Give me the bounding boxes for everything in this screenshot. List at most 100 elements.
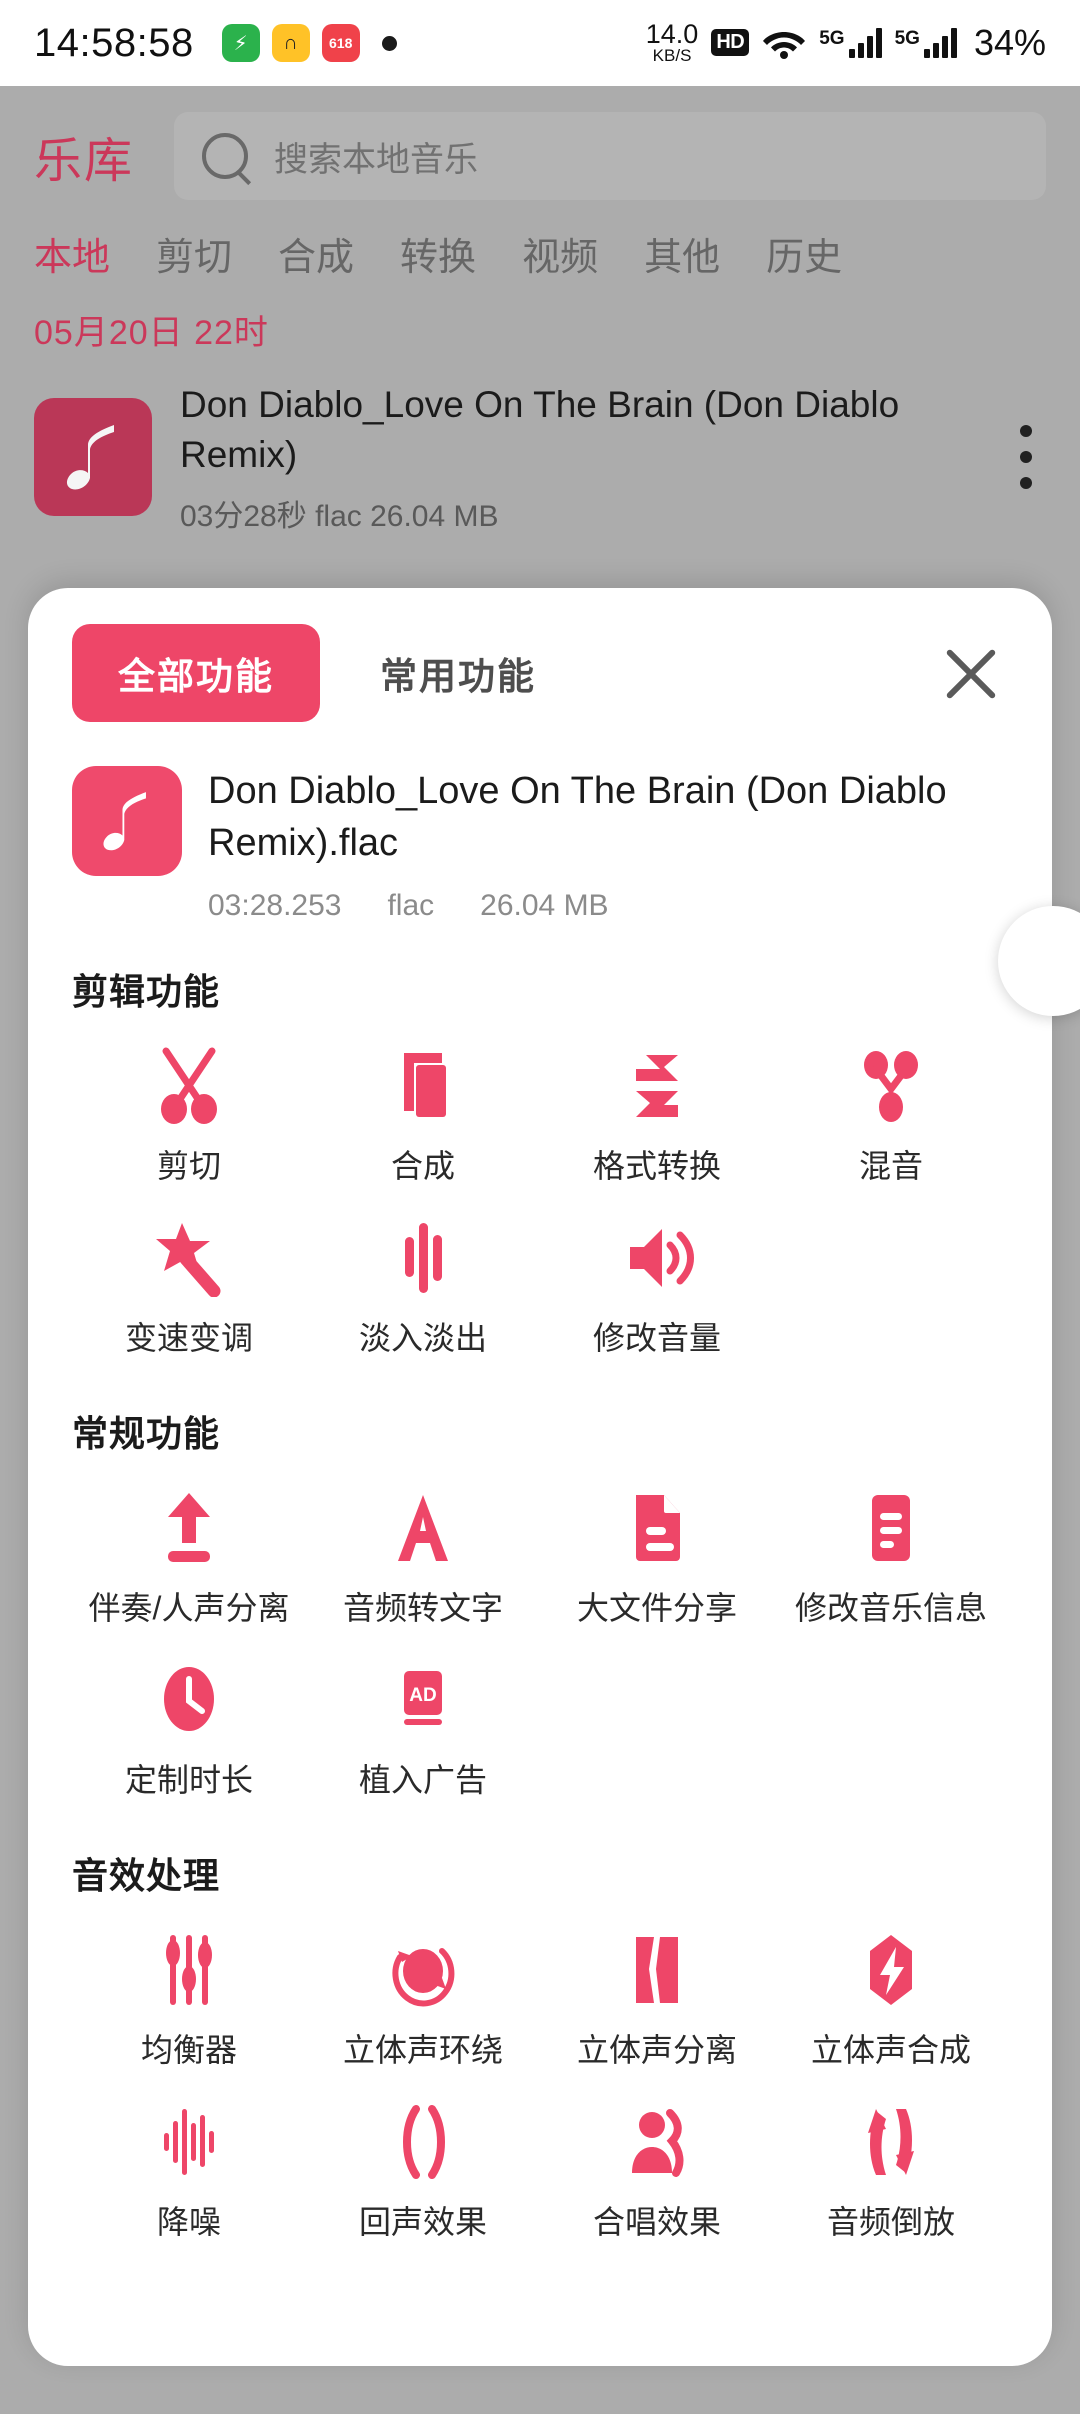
file-duration: 03:28.253 bbox=[208, 889, 342, 923]
sheet-header: 全部功能 常用功能 bbox=[28, 588, 1052, 722]
function-label: 修改音乐信息 bbox=[794, 1590, 987, 1627]
function-label: 回声效果 bbox=[358, 2204, 487, 2241]
section-title: 音效处理 bbox=[72, 1855, 221, 1897]
function-grid: 伴奏/人声分离 音频转文字 大文件分享 修改音乐信息 定制时长 AD 植入广告 bbox=[72, 1463, 1008, 1807]
waveform-icon bbox=[152, 2103, 226, 2181]
function-audio-reverse[interactable]: 音频倒放 bbox=[774, 2077, 1008, 2249]
function-label: 立体声分离 bbox=[576, 2032, 737, 2069]
function-grid: 均衡器 立体声环绕 立体声分离 立体声合成 降噪 回声效果 合唱效果 音频倒放 bbox=[72, 1905, 1008, 2249]
split-stereo-icon bbox=[620, 1931, 694, 2009]
function-label: 均衡器 bbox=[140, 2032, 237, 2069]
function-label: 混音 bbox=[858, 1148, 923, 1185]
function-label: 修改音量 bbox=[592, 1320, 721, 1357]
function-cut[interactable]: 剪切 bbox=[72, 1021, 306, 1193]
function-label: 立体声合成 bbox=[810, 2032, 971, 2069]
privacy-dot-icon bbox=[381, 35, 397, 51]
section-general: 常规功能 伴奏/人声分离 音频转文字 大文件分享 修改音乐信息 定制时长 AD … bbox=[28, 1405, 1052, 1807]
function-insert-ad[interactable]: AD 植入广告 bbox=[306, 1635, 540, 1807]
ad-badge-icon: AD bbox=[386, 1661, 460, 1739]
function-stereo-split[interactable]: 立体声分离 bbox=[540, 1905, 774, 2077]
volume-icon bbox=[620, 1219, 694, 1297]
function-edit-music-info[interactable]: 修改音乐信息 bbox=[774, 1463, 1008, 1635]
letter-a-icon bbox=[386, 1489, 460, 1567]
file-size: 26.04 MB bbox=[480, 889, 609, 923]
sim1-signal-icon: 5G bbox=[819, 27, 882, 58]
file-name: Don Diablo_Love On The Brain (Don Diablo… bbox=[208, 770, 947, 864]
clock-icon bbox=[152, 1661, 226, 1739]
battery-saver-icon: ⚡ bbox=[221, 24, 260, 62]
function-fade[interactable]: 淡入淡出 bbox=[306, 1193, 540, 1365]
sim1-bars-icon bbox=[848, 27, 882, 58]
magic-wand-icon bbox=[152, 1219, 226, 1298]
function-grid-spacer bbox=[540, 1635, 774, 1807]
function-surround[interactable]: 立体声环绕 bbox=[306, 1905, 540, 2077]
network-speed-unit: KB/S bbox=[652, 45, 692, 65]
function-label: 植入广告 bbox=[358, 1762, 487, 1799]
function-audio-to-text[interactable]: 音频转文字 bbox=[306, 1463, 540, 1635]
surround-icon bbox=[386, 1931, 460, 2009]
section-editing: 剪辑功能 剪切 合成 格式转换 混音 变速变调 淡入淡出 修改音量 bbox=[28, 963, 1052, 1365]
file-meta: 03:28.253 flac 26.04 MB bbox=[208, 889, 1008, 923]
convert-arrows-icon bbox=[620, 1047, 694, 1125]
function-echo[interactable]: 回声效果 bbox=[306, 2077, 540, 2249]
function-label: 降噪 bbox=[156, 2204, 221, 2241]
functions-bottom-sheet: 全部功能 常用功能 Don Diablo_Love On The Brain (… bbox=[28, 588, 1052, 2366]
function-equalizer[interactable]: 均衡器 bbox=[72, 1905, 306, 2077]
music-note-icon bbox=[72, 766, 182, 876]
svg-text:AD: AD bbox=[409, 1685, 436, 1706]
function-label: 格式转换 bbox=[592, 1148, 721, 1185]
function-format-convert[interactable]: 格式转换 bbox=[540, 1021, 774, 1193]
status-notification-icons: ⚡ ∩ 618 bbox=[221, 24, 360, 62]
function-volume[interactable]: 修改音量 bbox=[540, 1193, 774, 1365]
function-label: 立体声环绕 bbox=[342, 2032, 503, 2069]
function-label: 定制时长 bbox=[124, 1762, 253, 1799]
function-label: 音频倒放 bbox=[826, 2204, 955, 2241]
function-speed-pitch[interactable]: 变速变调 bbox=[72, 1193, 306, 1365]
equalizer-icon bbox=[152, 1931, 226, 2009]
merge-stereo-icon bbox=[854, 1931, 928, 2009]
function-large-file-share[interactable]: 大文件分享 bbox=[540, 1463, 774, 1635]
chorus-people-icon bbox=[620, 2103, 694, 2181]
mix-nodes-icon bbox=[854, 1047, 928, 1125]
function-grid-spacer bbox=[774, 1635, 1008, 1807]
network-speed: 14.0 KB/S bbox=[646, 21, 699, 64]
fade-bars-icon bbox=[386, 1219, 460, 1297]
sim2-signal-icon: 5G bbox=[894, 27, 957, 58]
function-custom-duration[interactable]: 定制时长 bbox=[72, 1635, 306, 1807]
hd-voice-icon: HD bbox=[711, 29, 750, 57]
function-noise-reduction[interactable]: 降噪 bbox=[72, 2077, 306, 2249]
function-stereo-merge[interactable]: 立体声合成 bbox=[774, 1905, 1008, 2077]
function-mix[interactable]: 混音 bbox=[774, 1021, 1008, 1193]
section-title: 常规功能 bbox=[72, 1413, 221, 1455]
status-clock: 14:58:58 bbox=[34, 20, 194, 65]
function-label: 合成 bbox=[390, 1148, 455, 1185]
function-grid: 剪切 合成 格式转换 混音 变速变调 淡入淡出 修改音量 bbox=[72, 1021, 1008, 1365]
echo-parens-icon bbox=[386, 2103, 460, 2181]
function-label: 音频转文字 bbox=[342, 1590, 503, 1627]
function-label: 剪切 bbox=[156, 1148, 221, 1185]
tab-all-functions[interactable]: 全部功能 bbox=[72, 624, 320, 722]
battery-percentage: 34% bbox=[973, 21, 1046, 63]
shopping-618-icon: 618 bbox=[321, 24, 360, 62]
upload-arrow-icon bbox=[152, 1489, 226, 1567]
status-bar: 14:58:58 ⚡ ∩ 618 14.0 KB/S HD 5G 5G 34% bbox=[0, 0, 1080, 86]
headphone-app-icon: ∩ bbox=[271, 24, 310, 62]
function-label: 大文件分享 bbox=[576, 1590, 737, 1627]
function-label: 淡入淡出 bbox=[358, 1320, 487, 1357]
sim1-label: 5G bbox=[819, 27, 845, 49]
function-label: 伴奏/人声分离 bbox=[88, 1590, 290, 1627]
function-chorus[interactable]: 合唱效果 bbox=[540, 2077, 774, 2249]
file-format: flac bbox=[387, 889, 435, 923]
sim2-label: 5G bbox=[894, 27, 920, 49]
close-icon[interactable] bbox=[934, 636, 1008, 710]
section-title: 剪辑功能 bbox=[72, 971, 221, 1013]
layers-icon bbox=[386, 1047, 460, 1125]
function-merge[interactable]: 合成 bbox=[306, 1021, 540, 1193]
function-grid-spacer bbox=[774, 1193, 1008, 1365]
function-label: 变速变调 bbox=[124, 1320, 253, 1357]
file-info: Don Diablo_Love On The Brain (Don Diablo… bbox=[28, 722, 1052, 923]
tab-common-functions[interactable]: 常用功能 bbox=[380, 646, 536, 700]
section-audio-effects: 音效处理 均衡器 立体声环绕 立体声分离 立体声合成 降噪 回声效果 合唱效果 … bbox=[28, 1847, 1052, 2249]
list-lines-icon bbox=[854, 1489, 928, 1567]
function-vocal-separation[interactable]: 伴奏/人声分离 bbox=[72, 1463, 306, 1635]
